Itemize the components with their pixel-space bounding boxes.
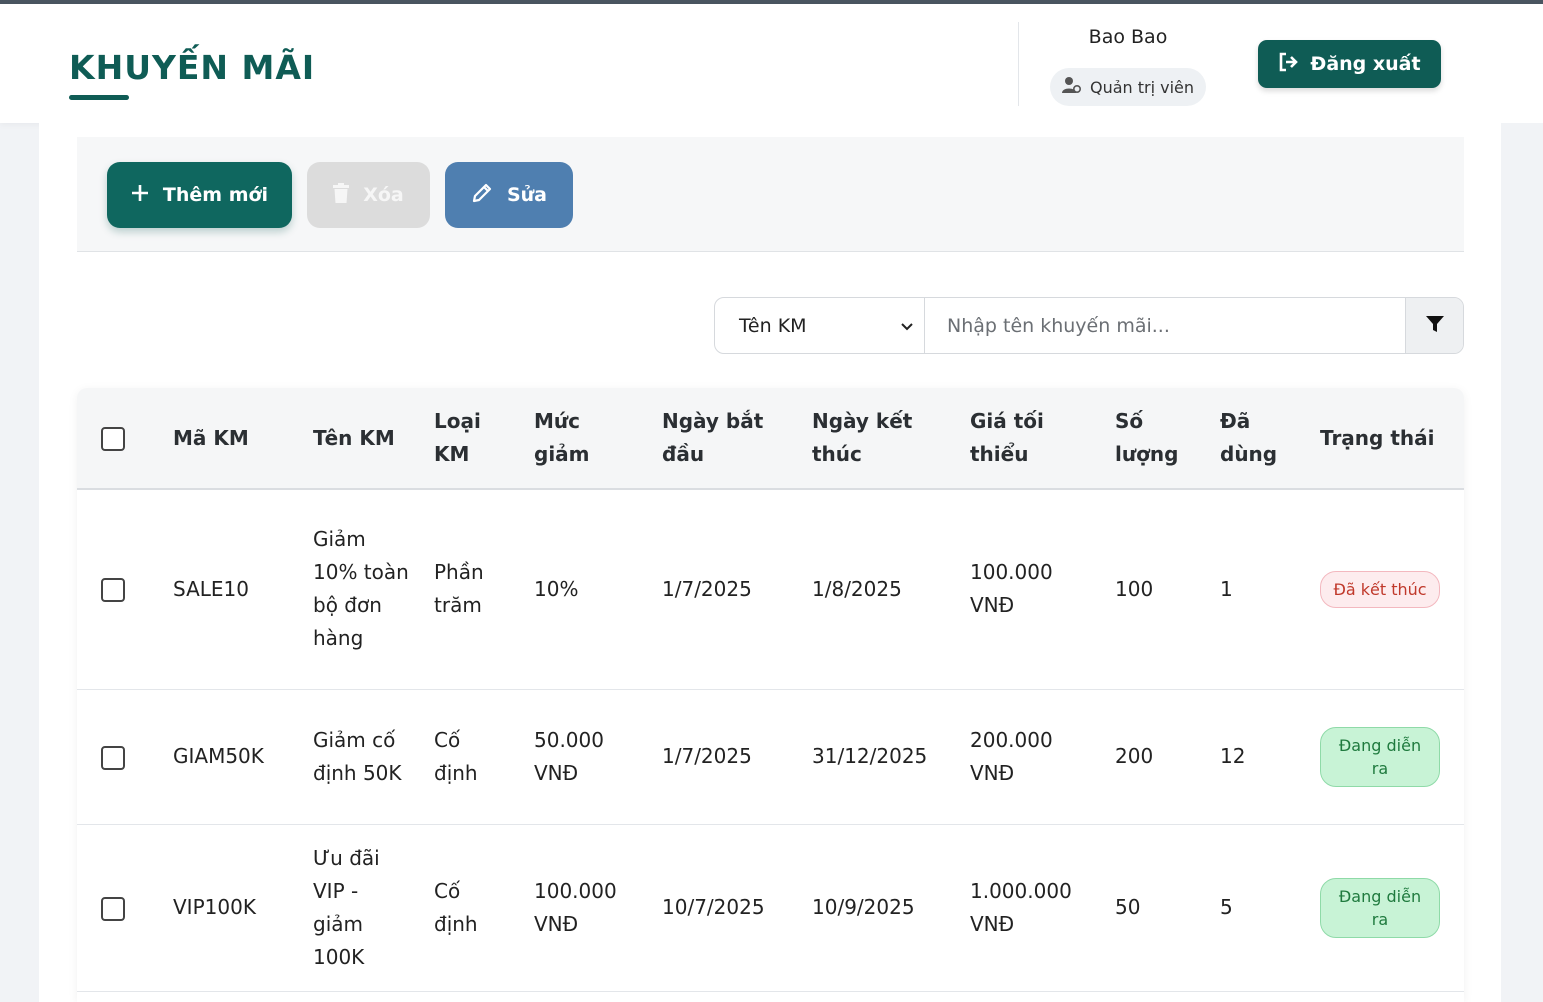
page-title: KHUYẾN MÃI <box>69 48 316 87</box>
delete-label: Xóa <box>363 184 404 206</box>
table-header-row: Mã KM Tên KM Loại KM Mức giảm Ngày bắt đ… <box>77 388 1464 489</box>
page-header: KHUYẾN MÃI Bao Bao Quản trị viên Đăng xu… <box>0 4 1543 123</box>
row-checkbox[interactable] <box>101 896 125 921</box>
add-label: Thêm mới <box>162 184 269 206</box>
cell-used: 1 <box>1208 489 1308 690</box>
cell-code: SALE10 <box>161 489 301 690</box>
cell-start-date: 1/7/2025 <box>650 689 800 825</box>
cell-type: Cố định <box>422 689 522 825</box>
content-card: Thêm mới Xóa Sửa Tên KM Nhập tên khuyến … <box>39 123 1501 1002</box>
row-select-cell <box>77 489 161 690</box>
cell-discount: 100.000 VNĐ <box>522 824 650 992</box>
cell-start-date: 10/7/2025 <box>650 824 800 992</box>
row-select-cell <box>77 689 161 825</box>
table-row[interactable]: VIP100K Ưu đãi VIP - giảm 100K Cố định 1… <box>77 824 1464 992</box>
column-header[interactable]: Tên KM <box>301 388 422 489</box>
cell-quantity: 100 <box>1103 489 1208 690</box>
cell-start-date: 1/7/2025 <box>650 489 800 690</box>
table-row[interactable]: GIAM50K Giảm cố định 50K Cố định 50.000 … <box>77 689 1464 825</box>
select-all-checkbox[interactable] <box>101 427 125 451</box>
pencil-icon <box>471 182 493 209</box>
status-badge: Đang diễn ra <box>1320 726 1440 787</box>
cell-discount: 10% <box>522 489 650 690</box>
column-header[interactable]: Đã dùng <box>1208 388 1308 489</box>
filter-field-select[interactable]: Tên KM <box>715 298 925 353</box>
filter-button[interactable] <box>1405 298 1463 353</box>
action-toolbar: Thêm mới Xóa Sửa <box>77 137 1464 252</box>
cell-status: Đang diễn ra <box>1308 824 1464 992</box>
cell-status: Đang diễn ra <box>1308 689 1464 825</box>
status-badge: Đang diễn ra <box>1320 877 1440 938</box>
status-badge: Đã kết thúc <box>1320 570 1440 608</box>
user-cog-icon <box>1061 76 1082 98</box>
search-input[interactable]: Nhập tên khuyến mãi... <box>925 298 1405 353</box>
logout-label: Đăng xuất <box>1310 53 1421 75</box>
row-select-cell <box>77 824 161 992</box>
cell-type: Cố định <box>422 824 522 992</box>
column-header[interactable]: Trạng thái <box>1308 388 1464 489</box>
cell-used: 12 <box>1208 689 1308 825</box>
delete-button[interactable]: Xóa <box>307 162 430 228</box>
column-header[interactable]: Ngày bắt đầu <box>650 388 800 489</box>
edit-button[interactable]: Sửa <box>445 162 573 228</box>
cell-discount: 50.000 VNĐ <box>522 689 650 825</box>
logout-button[interactable]: Đăng xuất <box>1258 40 1441 88</box>
cell-quantity: 50 <box>1103 824 1208 992</box>
column-header[interactable]: Mức giảm <box>522 388 650 489</box>
filter-icon <box>1425 314 1445 338</box>
column-header[interactable]: Số lượng <box>1103 388 1208 489</box>
promotions-table: Mã KM Tên KM Loại KM Mức giảm Ngày bắt đ… <box>77 388 1464 1002</box>
sign-out-icon <box>1278 52 1300 77</box>
cell-min-price: 1.000.000 VNĐ <box>958 824 1103 992</box>
cell-min-price: 200.000 VNĐ <box>958 689 1103 825</box>
cell-end-date: 31/12/2025 <box>800 689 958 825</box>
filter-field-value: Tên KM <box>739 314 807 337</box>
select-all-cell <box>77 388 161 489</box>
title-underline <box>69 95 129 100</box>
add-button[interactable]: Thêm mới <box>107 162 292 228</box>
column-header[interactable]: Mã KM <box>161 388 301 489</box>
chevron-down-icon <box>900 315 914 337</box>
edit-label: Sửa <box>506 184 548 206</box>
cell-name: Giảm 10% toàn bộ đơn hàng <box>301 489 422 690</box>
table-row[interactable]: SALE10 Giảm 10% toàn bộ đơn hàng Phần tr… <box>77 489 1464 690</box>
role-label: Quản trị viên <box>1089 77 1195 97</box>
cell-code: VIP100K <box>161 824 301 992</box>
cell-type: Phần trăm <box>422 489 522 690</box>
cell-name: Ưu đãi VIP - giảm 100K <box>301 824 422 992</box>
column-header[interactable]: Ngày kết thúc <box>800 388 958 489</box>
row-checkbox[interactable] <box>101 578 125 603</box>
cell-used: 5 <box>1208 824 1308 992</box>
cell-quantity: 200 <box>1103 689 1208 825</box>
trash-icon <box>333 182 350 208</box>
cell-status: Đã kết thúc <box>1308 489 1464 690</box>
search-filter: Tên KM Nhập tên khuyến mãi... <box>714 297 1464 354</box>
cell-code: GIAM50K <box>161 689 301 825</box>
column-header[interactable]: Giá tối thiểu <box>958 388 1103 489</box>
cell-min-price: 100.000 VNĐ <box>958 489 1103 690</box>
plus-icon <box>131 184 149 207</box>
cell-end-date: 1/8/2025 <box>800 489 958 690</box>
cell-name: Giảm cố định 50K <box>301 689 422 825</box>
role-badge: Quản trị viên <box>1050 68 1206 106</box>
header-divider <box>1018 22 1019 106</box>
row-checkbox[interactable] <box>101 745 125 770</box>
column-header[interactable]: Loại KM <box>422 388 522 489</box>
page-background-edge <box>1501 123 1543 1002</box>
user-name: Bao Bao <box>1088 26 1168 48</box>
cell-end-date: 10/9/2025 <box>800 824 958 992</box>
